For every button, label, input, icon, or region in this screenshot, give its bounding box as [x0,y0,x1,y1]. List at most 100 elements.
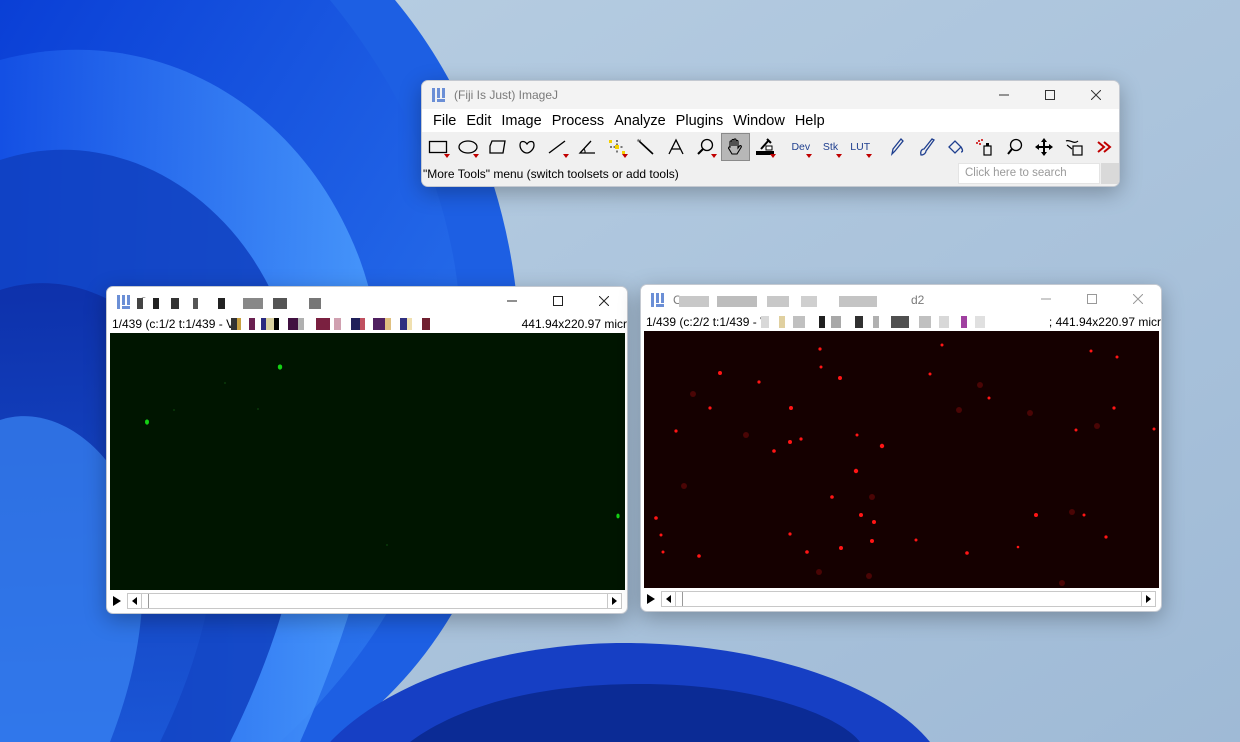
fiji-titlebar[interactable]: (Fiji Is Just) ImageJ [422,81,1119,109]
image-info-left: 1/439 (c:2/2 t:1/439 - V [646,315,769,329]
spray-tool[interactable] [971,133,1000,161]
cell-spot [977,382,983,388]
cell-spot [965,551,969,555]
menu-process[interactable]: Process [547,110,609,132]
menu-file[interactable]: File [428,110,461,132]
cell-spot [386,544,388,546]
lut-tools-menu[interactable]: LUT [846,133,875,161]
minimize-button[interactable] [489,287,535,315]
play-icon [113,596,121,606]
cell-spot [697,554,701,558]
cell-spot [1082,513,1086,517]
cell-spot [1074,428,1078,432]
search-tool[interactable] [1000,133,1029,161]
cell-spot [1104,535,1108,539]
more-tools-button[interactable] [1089,133,1118,161]
oval-tool[interactable] [454,133,483,161]
fiji-logo-icon [432,88,445,102]
line-tool[interactable] [543,133,572,161]
wand-tool[interactable] [632,133,661,161]
maximize-button[interactable] [1027,81,1073,109]
scroll-right-button[interactable] [607,594,621,608]
pencil-tool[interactable] [882,133,911,161]
hand-icon [728,137,743,155]
menu-help[interactable]: Help [790,110,830,132]
maximize-button[interactable] [1069,285,1115,313]
minimize-button[interactable] [981,81,1027,109]
frame-scrollbar[interactable] [661,591,1156,607]
stack-tools-menu[interactable]: Stk [816,133,845,161]
menu-plugins[interactable]: Plugins [671,110,729,132]
image-dimensions: ; 441.94x220.97 micr [1046,315,1161,329]
cell-spot [145,419,149,425]
cell-spot [987,396,991,400]
scroll-left-button[interactable] [662,592,676,606]
scroll-thumb[interactable] [677,592,683,606]
minimize-icon [507,300,517,302]
image-info-left: 1/439 (c:1/2 t:1/439 - V [112,317,235,331]
menu-image[interactable]: Image [496,110,546,132]
angle-tool[interactable] [573,133,602,161]
cell-spot [224,382,226,384]
zoom-tool[interactable] [691,133,720,161]
cell-spot [257,408,259,410]
polygon-icon [489,139,506,154]
maximize-button[interactable] [535,287,581,315]
close-button[interactable] [1073,81,1119,109]
scroll-right-button[interactable] [1141,592,1155,606]
freehand-tool[interactable] [513,133,542,161]
text-tool[interactable] [662,133,691,161]
search-options-button[interactable] [1101,163,1119,184]
animation-play-button[interactable] [644,590,658,608]
lut-label: LUT [850,140,871,153]
scroll-left-icon [132,597,137,605]
red-channel-image [644,331,1159,588]
command-search-input[interactable]: Click here to search [958,163,1100,184]
image-titlebar[interactable]: C [107,287,627,316]
menu-edit[interactable]: Edit [461,110,496,132]
cell-spot [830,495,834,499]
menu-window[interactable]: Window [728,110,790,132]
image-titlebar[interactable]: C d2 [641,285,1161,314]
pan-tool[interactable] [1030,133,1059,161]
animation-play-button[interactable] [110,592,124,610]
fiji-title: (Fiji Is Just) ImageJ [454,88,559,102]
scroll-left-button[interactable] [128,594,142,608]
wand-icon [637,138,654,155]
cell-spot [1027,410,1033,416]
cell-spot [816,569,822,575]
flood-fill-tool[interactable] [941,133,970,161]
close-icon [599,296,609,306]
close-button[interactable] [581,287,627,315]
cell-spot [1059,580,1065,586]
cell-spot [928,372,932,376]
status-text: "More Tools" menu (switch toolsets or ad… [423,166,679,181]
cell-spot [914,538,918,542]
image-canvas[interactable] [644,331,1159,588]
spray-can-icon [976,138,992,156]
brush-tool[interactable] [911,133,940,161]
menu-analyze[interactable]: Analyze [609,110,671,132]
dev-tools-menu[interactable]: Dev [786,133,815,161]
image-window-red: C d2 1/439 (c:2/2 t:1/439 - V ; 441.94x2… [640,284,1162,612]
cell-spot [805,550,809,554]
text-icon [668,138,684,154]
dropper-tool[interactable] [751,133,780,161]
point-tool[interactable] [602,133,631,161]
freehand-icon [519,140,536,154]
cell-spot [788,532,792,536]
scroll-thumb[interactable] [143,594,149,608]
image-canvas[interactable] [110,333,625,590]
rectangle-tool[interactable] [424,133,453,161]
cell-spot [879,443,885,449]
cell-spot [1115,355,1119,359]
cell-spot [690,391,696,397]
cell-spot [1094,423,1100,429]
minimize-button[interactable] [1023,285,1069,313]
cell-spot [956,407,962,413]
close-button[interactable] [1115,285,1161,313]
hand-tool[interactable] [721,132,750,161]
frame-scrollbar[interactable] [127,593,622,609]
polygon-tool[interactable] [483,133,512,161]
overlay-tool[interactable] [1060,133,1089,161]
